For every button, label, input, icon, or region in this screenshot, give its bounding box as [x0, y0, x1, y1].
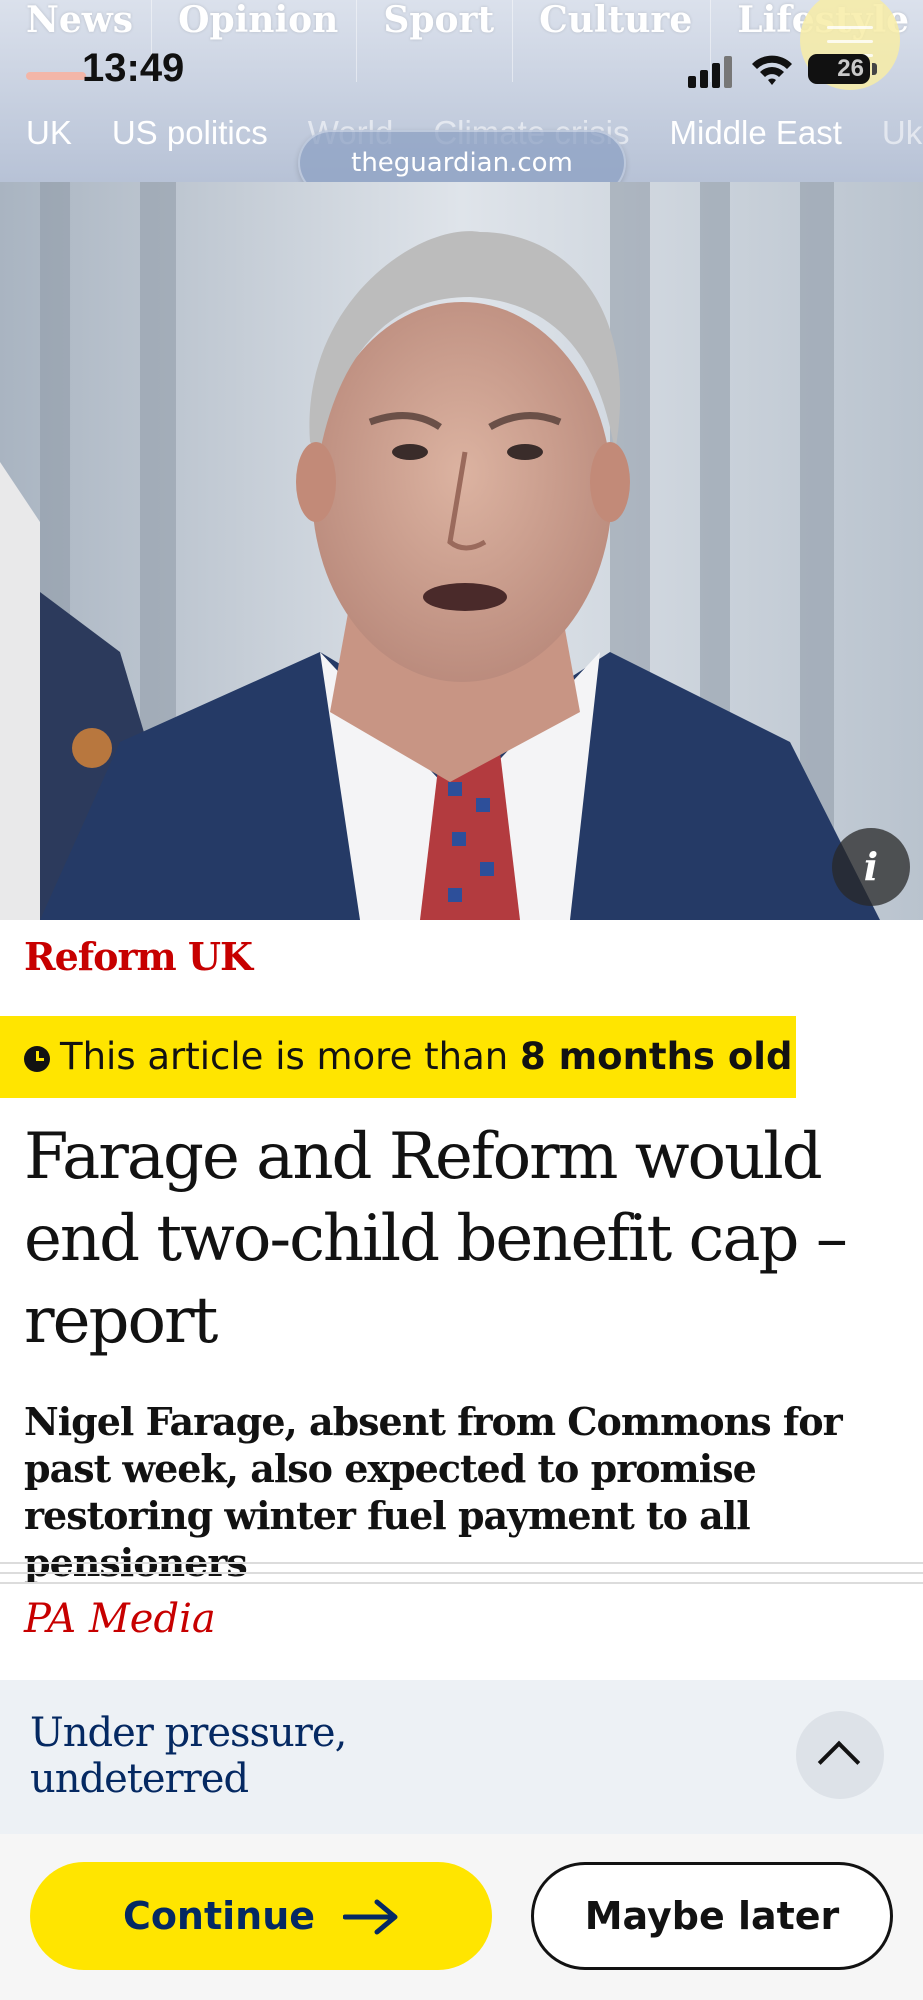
- status-time: 13:49: [82, 46, 185, 90]
- clock-icon: [24, 1046, 50, 1072]
- menu-icon: [827, 26, 873, 29]
- hero-photo: [0, 182, 923, 920]
- collapse-banner-button[interactable]: [796, 1711, 884, 1799]
- battery-icon: 26: [808, 54, 870, 84]
- section-kicker[interactable]: Reform UK: [24, 934, 253, 979]
- signal-icon: [688, 54, 736, 88]
- age-notice-text: This article is more than: [60, 1035, 509, 1078]
- image-info-button[interactable]: i: [832, 828, 910, 906]
- subnav-ukraine[interactable]: Ukr: [856, 108, 923, 168]
- divider: [0, 1562, 923, 1564]
- continue-button[interactable]: Continue: [30, 1862, 492, 1970]
- wifi-icon: [752, 55, 792, 85]
- subnav-middle-east[interactable]: Middle East: [644, 108, 856, 168]
- divider: [0, 1582, 923, 1584]
- subnav-uk[interactable]: UK: [0, 108, 86, 168]
- maybe-later-button[interactable]: Maybe later: [531, 1862, 893, 1970]
- divider: [0, 1572, 923, 1574]
- arrow-right-icon: [343, 1899, 398, 1935]
- article-headline: Farage and Reform would end two-child be…: [24, 1120, 848, 1358]
- continue-label: Continue: [122, 1894, 316, 1938]
- support-title-line1: Under pressure,: [30, 1710, 347, 1756]
- hero-image: [0, 182, 923, 920]
- age-notice-bold: 8 months old: [519, 1035, 793, 1078]
- support-banner-title: Under pressure, undeterred: [30, 1710, 347, 1802]
- article-byline[interactable]: PA Media: [24, 1596, 216, 1642]
- article-standfirst: Nigel Farage, absent from Commons for pa…: [24, 1399, 843, 1585]
- subnav-us-politics[interactable]: US politics: [86, 108, 282, 168]
- status-bar: 13:49 26: [0, 40, 923, 96]
- recording-indicator: [26, 72, 86, 80]
- article-age-banner: This article is more than 8 months old: [0, 1016, 796, 1098]
- battery-cap: [872, 63, 877, 75]
- support-title-line2: undeterred: [30, 1756, 249, 1802]
